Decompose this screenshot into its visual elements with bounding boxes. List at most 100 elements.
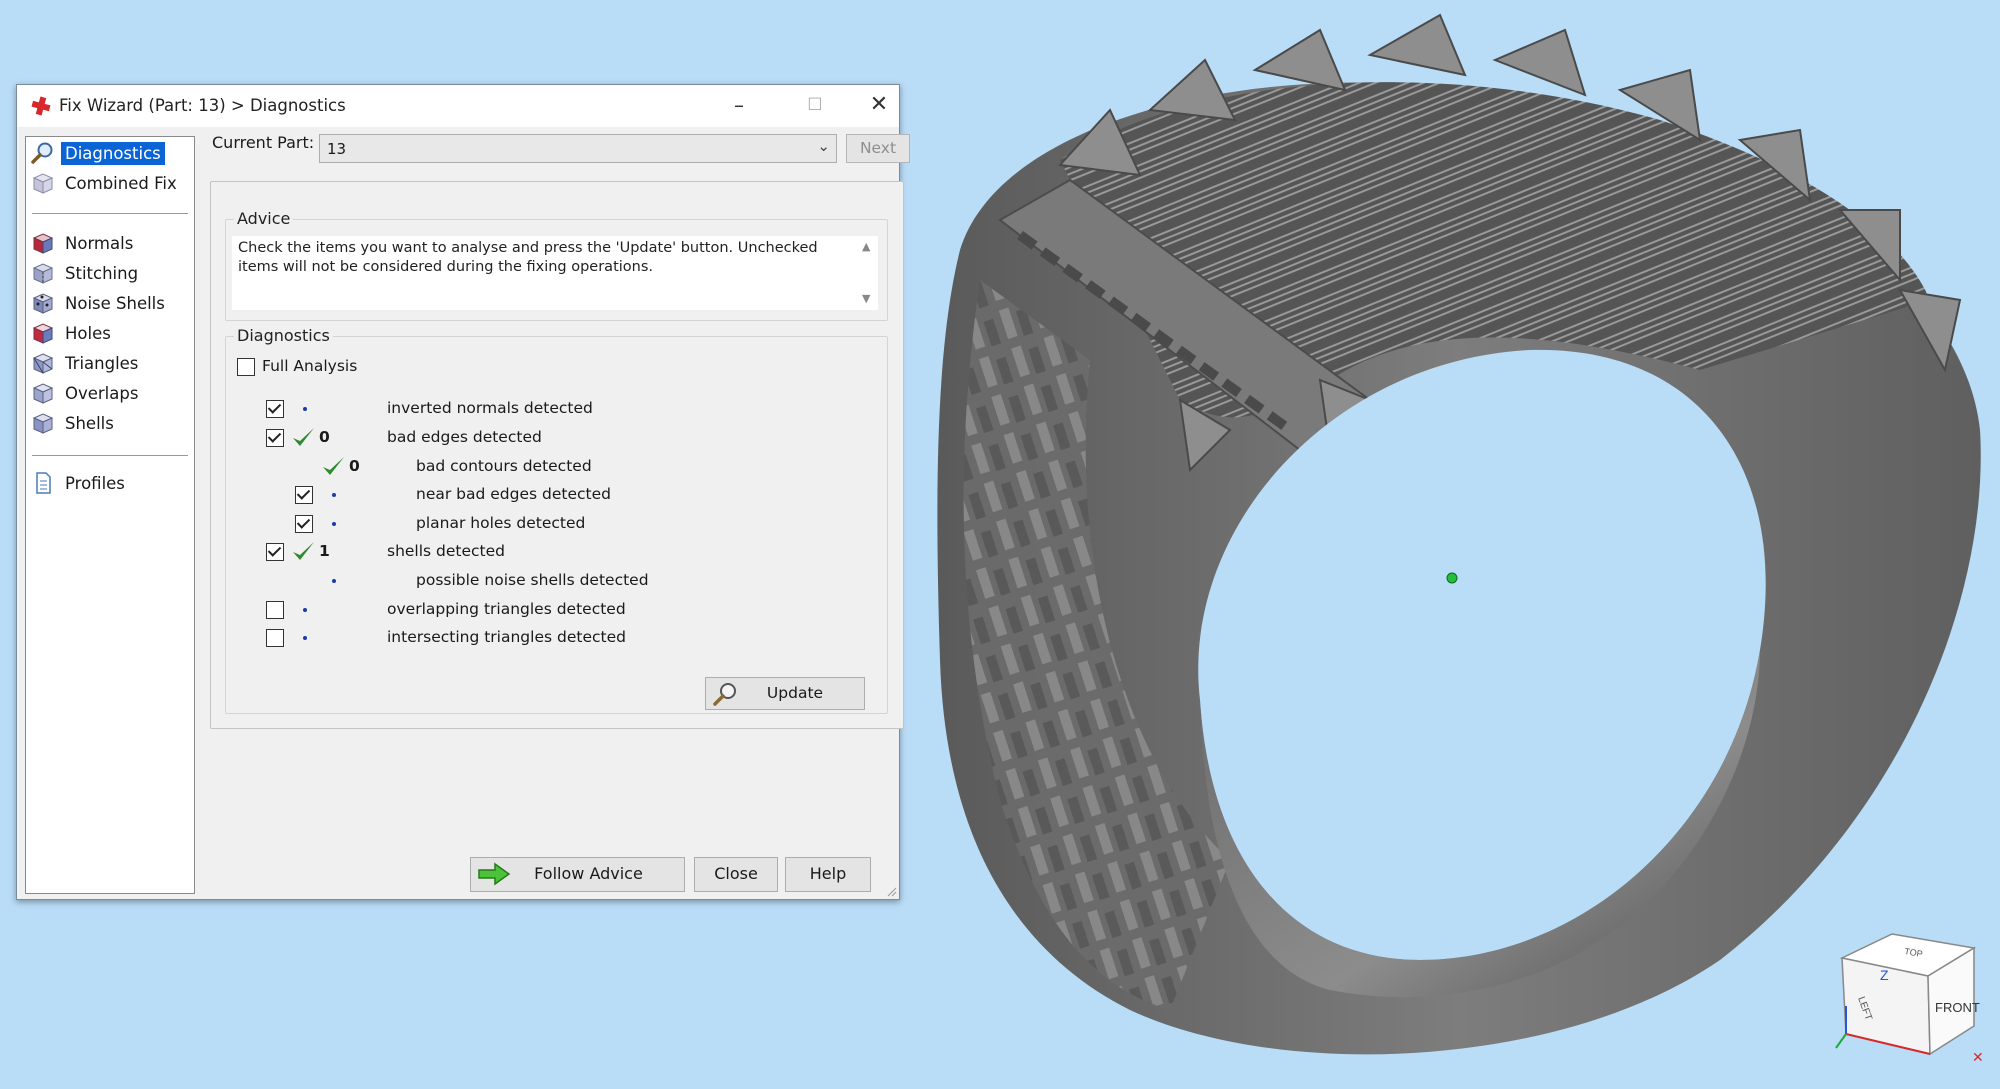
document-icon bbox=[36, 472, 51, 494]
planar-holes-checkbox[interactable] bbox=[295, 515, 313, 533]
next-button[interactable]: Next bbox=[846, 134, 910, 163]
ok-check-icon bbox=[323, 457, 344, 475]
fix-wizard-dialog: Fix Wizard (Part: 13) > Diagnostics – ☐ … bbox=[16, 84, 910, 900]
title-bar[interactable]: Fix Wizard (Part: 13) > Diagnostics – ☐ … bbox=[17, 85, 899, 127]
diag-row-intersecting-triangles: intersecting triangles detected bbox=[226, 626, 866, 650]
diag-label: bad edges detected bbox=[387, 428, 542, 446]
wizard-nav: Diagnostics Combined Fix Normals Stitchi… bbox=[25, 136, 195, 894]
noise-shells-icon bbox=[32, 293, 54, 314]
diagnostics-panel: Advice Check the items you want to analy… bbox=[210, 181, 904, 729]
diag-row-planar-holes: planar holes detected bbox=[226, 512, 866, 536]
nav-item-diagnostics[interactable]: Diagnostics bbox=[30, 139, 165, 167]
maximize-button[interactable]: ☐ bbox=[783, 85, 847, 127]
full-analysis-label: Full Analysis bbox=[262, 357, 358, 375]
diag-label: shells detected bbox=[387, 542, 506, 560]
nav-item-label: Normals bbox=[65, 233, 134, 253]
status-dot bbox=[332, 522, 336, 526]
normals-cube-icon bbox=[32, 233, 54, 254]
shells-checkbox[interactable] bbox=[266, 543, 284, 561]
nav-item-label: Shells bbox=[65, 413, 114, 433]
nav-item-label: Holes bbox=[65, 323, 111, 343]
cube-icon bbox=[32, 173, 54, 194]
inverted-normals-checkbox[interactable] bbox=[266, 400, 284, 418]
advice-textbox[interactable]: Check the items you want to analyse and … bbox=[232, 236, 878, 310]
diag-label: bad contours detected bbox=[416, 457, 592, 475]
diag-row-shells: 1 shells detected bbox=[226, 540, 866, 564]
advice-title: Advice bbox=[234, 209, 294, 228]
nav-divider bbox=[32, 213, 188, 215]
current-part-label: Current Part: bbox=[212, 133, 315, 152]
diag-label: intersecting triangles detected bbox=[387, 628, 626, 646]
window-title: Fix Wizard (Part: 13) > Diagnostics bbox=[59, 96, 346, 115]
nav-item-combined-fix[interactable]: Combined Fix bbox=[30, 169, 181, 197]
diag-label: near bad edges detected bbox=[416, 485, 611, 503]
diagnostics-group: Diagnostics Full Analysis inverted norma… bbox=[225, 326, 888, 714]
arrow-right-icon bbox=[478, 862, 511, 886]
resize-grip-icon[interactable] bbox=[885, 885, 897, 897]
current-part-value: 13 bbox=[327, 140, 347, 158]
nav-item-label: Triangles bbox=[65, 353, 139, 373]
update-button-label: Update bbox=[766, 684, 824, 702]
triangles-cube-icon bbox=[32, 353, 54, 374]
advice-scrollbar[interactable]: ▲ ▼ bbox=[858, 236, 878, 310]
near-bad-edges-checkbox[interactable] bbox=[295, 486, 313, 504]
diagnostics-title: Diagnostics bbox=[234, 326, 333, 345]
viewcube-front-label[interactable]: FRONT bbox=[1935, 1000, 1980, 1015]
close-window-button[interactable]: ✕ bbox=[847, 85, 911, 127]
ok-check-icon bbox=[293, 428, 314, 446]
nav-item-overlaps[interactable]: Overlaps bbox=[30, 379, 142, 407]
advice-group: Advice Check the items you want to analy… bbox=[225, 209, 888, 321]
nav-item-profiles[interactable]: Profiles bbox=[30, 469, 129, 497]
shells-cube-icon bbox=[32, 413, 54, 434]
full-analysis-checkbox[interactable] bbox=[237, 358, 255, 376]
axis-x-icon: ✕ bbox=[1972, 1049, 1982, 1065]
nav-item-label: Noise Shells bbox=[65, 293, 165, 313]
diag-row-noise-shells: possible noise shells detected bbox=[226, 569, 866, 593]
diag-row-near-bad-edges: near bad edges detected bbox=[226, 483, 866, 507]
follow-advice-label: Follow Advice bbox=[534, 864, 643, 883]
nav-item-label: Overlaps bbox=[65, 383, 139, 403]
stitching-cube-icon bbox=[32, 263, 54, 284]
help-button[interactable]: Help bbox=[785, 857, 871, 892]
view-cube[interactable]: TOP LEFT FRONT Z ✕ bbox=[1832, 928, 1984, 1068]
status-dot bbox=[303, 407, 307, 411]
diag-count: 0 bbox=[349, 457, 360, 475]
nav-item-noise-shells[interactable]: Noise Shells bbox=[30, 289, 169, 317]
scroll-down-icon[interactable]: ▼ bbox=[862, 292, 870, 305]
follow-advice-button[interactable]: Follow Advice bbox=[470, 857, 685, 892]
axis-z-label: Z bbox=[1880, 967, 1889, 983]
diag-label: inverted normals detected bbox=[387, 399, 593, 417]
bad-edges-checkbox[interactable] bbox=[266, 429, 284, 447]
diag-label: overlapping triangles detected bbox=[387, 600, 626, 618]
diag-row-bad-edges: 0 bad edges detected bbox=[226, 426, 866, 450]
nav-item-label: Combined Fix bbox=[65, 173, 177, 193]
nav-item-shells[interactable]: Shells bbox=[30, 409, 118, 437]
overlapping-triangles-checkbox[interactable] bbox=[266, 601, 284, 619]
current-part-select[interactable]: 13 ⌄ bbox=[319, 134, 837, 163]
diag-row-overlapping-triangles: overlapping triangles detected bbox=[226, 598, 866, 622]
nav-item-triangles[interactable]: Triangles bbox=[30, 349, 142, 377]
update-button[interactable]: Update bbox=[705, 677, 865, 710]
nav-item-stitching[interactable]: Stitching bbox=[30, 259, 142, 287]
minimize-button[interactable]: – bbox=[707, 85, 771, 127]
nav-divider bbox=[32, 455, 188, 457]
nav-item-normals[interactable]: Normals bbox=[30, 229, 137, 257]
holes-cube-icon bbox=[32, 323, 54, 344]
nav-item-label: Diagnostics bbox=[61, 141, 165, 165]
chevron-down-icon: ⌄ bbox=[817, 137, 830, 155]
ok-check-icon bbox=[293, 542, 314, 560]
close-button[interactable]: Close bbox=[694, 857, 778, 892]
nav-item-holes[interactable]: Holes bbox=[30, 319, 115, 347]
status-dot bbox=[332, 579, 336, 583]
status-dot bbox=[303, 608, 307, 612]
nav-item-label: Profiles bbox=[65, 473, 125, 493]
intersecting-triangles-checkbox[interactable] bbox=[266, 629, 284, 647]
diag-row-bad-contours: 0 bad contours detected bbox=[226, 455, 866, 479]
magnifier-icon bbox=[31, 142, 53, 164]
diag-count: 1 bbox=[319, 542, 330, 560]
overlaps-cube-icon bbox=[32, 383, 54, 404]
status-dot bbox=[303, 636, 307, 640]
scroll-up-icon[interactable]: ▲ bbox=[862, 240, 870, 253]
diag-label: possible noise shells detected bbox=[416, 571, 649, 589]
status-dot bbox=[332, 493, 336, 497]
